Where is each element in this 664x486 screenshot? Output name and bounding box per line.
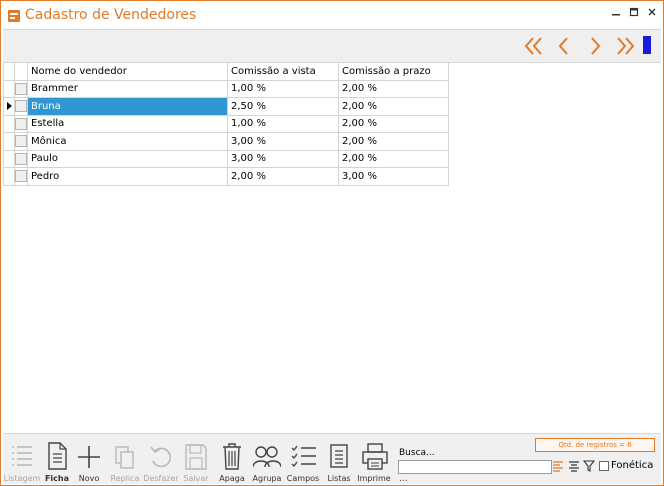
cell-vista[interactable]: 1,00 % <box>227 79 339 98</box>
row-checkbox[interactable] <box>14 79 28 98</box>
trash-icon <box>223 443 241 470</box>
search-ellipsis: ... <box>399 474 408 484</box>
row-checkbox[interactable] <box>14 167 28 186</box>
record-count-badge: Qtd. de registros = 6 <box>535 438 655 452</box>
search-label: Busca... <box>399 448 435 458</box>
minimize-icon <box>612 14 620 16</box>
record-indicator <box>643 36 651 54</box>
cell-prazo[interactable]: 2,00 % <box>338 114 449 133</box>
cell-vista[interactable]: 1,00 % <box>227 114 339 133</box>
cell-prazo[interactable]: 2,00 % <box>338 79 449 98</box>
cell-vista[interactable]: 3,00 % <box>227 132 339 151</box>
row-indicator <box>3 167 15 186</box>
align-left-icon[interactable] <box>552 460 564 472</box>
row-checkbox[interactable] <box>14 132 28 151</box>
imprime-button[interactable]: Imprime <box>355 438 393 483</box>
cell-nome[interactable]: Pedro <box>27 167 228 186</box>
table-row[interactable]: Pedro 2,00 % 3,00 % <box>3 167 449 186</box>
fonetica-checkbox[interactable] <box>599 461 609 471</box>
table-row[interactable]: Paulo 3,00 % 2,00 % <box>3 149 449 168</box>
checkbox-icon <box>15 100 27 113</box>
table-row[interactable]: Mônica 3,00 % 2,00 % <box>3 132 449 151</box>
row-checkbox[interactable] <box>14 114 28 133</box>
printer-icon <box>362 443 388 470</box>
row-indicator <box>3 97 15 116</box>
current-row-arrow-icon <box>7 102 12 111</box>
cell-vista[interactable]: 2,50 % <box>227 97 339 116</box>
copy-icon <box>115 446 134 469</box>
checklist-icon <box>291 445 316 467</box>
first-record-icon[interactable] <box>522 34 546 58</box>
table-row[interactable]: Brammer 1,00 % 2,00 % <box>3 79 449 98</box>
group-icon <box>253 446 281 468</box>
checkbox-icon <box>15 82 27 95</box>
checkbox-icon <box>15 117 27 130</box>
checkbox-icon <box>15 152 27 165</box>
row-checkbox[interactable] <box>14 149 28 168</box>
row-indicator <box>3 149 15 168</box>
bottom-toolbar: Listagem Ficha Novo Replica Desfazer Sal… <box>3 433 661 484</box>
column-header-nome[interactable]: Nome do vendedor <box>27 62 228 81</box>
cell-nome[interactable]: Estella <box>27 114 228 133</box>
cell-prazo[interactable]: 2,00 % <box>338 149 449 168</box>
last-record-icon[interactable] <box>613 34 637 58</box>
plus-icon <box>78 446 100 468</box>
document-icon <box>48 442 67 470</box>
previous-record-icon[interactable] <box>552 34 576 58</box>
column-header-prazo[interactable]: Comissão a prazo <box>338 62 449 81</box>
cell-nome[interactable]: Brammer <box>27 79 228 98</box>
align-center-icon[interactable] <box>568 460 580 472</box>
vendedores-grid: Nome do vendedor Comissão a vista Comiss… <box>3 62 449 186</box>
row-indicator <box>3 114 15 133</box>
window-title: Cadastro de Vendedores <box>25 7 197 23</box>
app-icon <box>8 10 20 22</box>
checkbox-header <box>14 62 28 81</box>
close-icon <box>648 8 656 16</box>
filter-icon[interactable] <box>583 460 595 472</box>
cell-nome[interactable]: Mônica <box>27 132 228 151</box>
maximize-icon <box>629 7 639 17</box>
imprime-label: Imprime <box>357 474 391 483</box>
next-record-icon[interactable] <box>583 34 607 58</box>
row-indicator <box>3 79 15 98</box>
fonetica-label: Fonética <box>611 460 654 471</box>
table-row[interactable]: Estella 1,00 % 2,00 % <box>3 114 449 133</box>
undo-icon <box>150 446 172 468</box>
table-row[interactable]: Bruna 2,50 % 2,00 % <box>3 97 449 116</box>
title-bar: Cadastro de Vendedores <box>1 1 663 29</box>
cell-vista[interactable]: 3,00 % <box>227 149 339 168</box>
row-checkbox[interactable] <box>14 97 28 116</box>
row-indicator-header <box>3 62 15 81</box>
list-document-icon <box>330 444 348 468</box>
checkbox-icon <box>15 170 27 183</box>
search-input[interactable] <box>398 460 552 474</box>
cell-prazo[interactable]: 3,00 % <box>338 167 449 186</box>
save-icon <box>185 444 207 470</box>
navigation-toolbar <box>3 29 661 63</box>
checkbox-icon <box>15 135 27 148</box>
cell-vista[interactable]: 2,00 % <box>227 167 339 186</box>
column-header-vista[interactable]: Comissão a vista <box>227 62 339 81</box>
main-window: Cadastro de Vendedores Nome do vendedor … <box>0 0 664 486</box>
list-icon <box>12 446 32 466</box>
cell-prazo[interactable]: 2,00 % <box>338 132 449 151</box>
grid-header-row: Nome do vendedor Comissão a vista Comiss… <box>3 62 449 81</box>
cell-nome[interactable]: Bruna <box>27 97 228 116</box>
cell-nome[interactable]: Paulo <box>27 149 228 168</box>
close-button[interactable] <box>641 5 663 23</box>
row-indicator <box>3 132 15 151</box>
cell-prazo[interactable]: 2,00 % <box>338 97 449 116</box>
